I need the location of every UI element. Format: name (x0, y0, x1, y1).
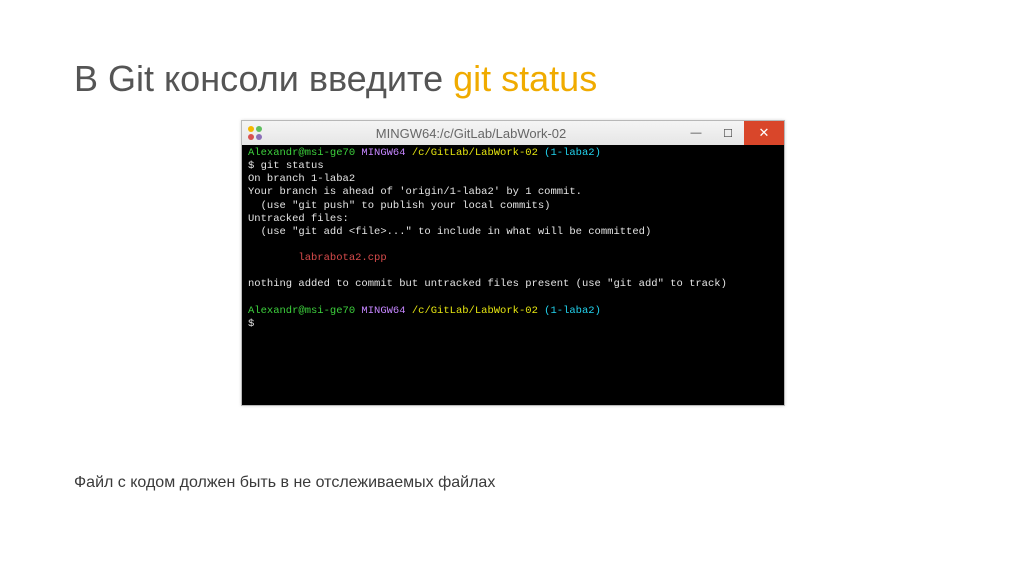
cmd-prefix: $ (248, 160, 261, 172)
prompt-sys: MINGW64 (361, 147, 411, 159)
window-controls: — ☐ ✕ (680, 121, 784, 145)
prompt-branch: (1-laba2) (544, 305, 601, 317)
output-line: Untracked files: (248, 213, 349, 225)
close-button[interactable]: ✕ (744, 121, 784, 145)
app-icon (248, 126, 262, 140)
prompt-dollar: $ (248, 318, 254, 330)
output-line: nothing added to commit but untracked fi… (248, 278, 727, 290)
output-line: On branch 1-laba2 (248, 173, 355, 185)
minimize-button[interactable]: — (680, 121, 712, 145)
slide-heading: В Git консоли введите git status (74, 58, 597, 100)
window-title: MINGW64:/c/GitLab/LabWork-02 (262, 126, 680, 141)
terminal-window: MINGW64:/c/GitLab/LabWork-02 — ☐ ✕ Alexa… (241, 120, 785, 406)
terminal-body[interactable]: Alexandr@msi-ge70 MINGW64 /c/GitLab/LabW… (242, 145, 784, 405)
prompt-user: Alexandr@msi-ge70 (248, 305, 361, 317)
window-titlebar: MINGW64:/c/GitLab/LabWork-02 — ☐ ✕ (242, 121, 784, 145)
prompt-sys: MINGW64 (361, 305, 411, 317)
prompt-user: Alexandr@msi-ge70 (248, 147, 361, 159)
output-line: (use "git add <file>..." to include in w… (248, 226, 651, 238)
heading-highlight: git status (453, 58, 597, 99)
output-line: Your branch is ahead of 'origin/1-laba2'… (248, 186, 582, 198)
untracked-file: labrabota2.cpp (248, 252, 387, 264)
maximize-button[interactable]: ☐ (712, 121, 744, 145)
prompt-path: /c/GitLab/LabWork-02 (412, 147, 544, 159)
prompt-branch: (1-laba2) (544, 147, 601, 159)
heading-prefix: В Git консоли введите (74, 58, 453, 99)
prompt-path: /c/GitLab/LabWork-02 (412, 305, 544, 317)
footer-caption: Файл с кодом должен быть в не отслеживае… (74, 474, 495, 492)
cmd-text: git status (261, 160, 324, 172)
output-line: (use "git push" to publish your local co… (248, 200, 550, 212)
